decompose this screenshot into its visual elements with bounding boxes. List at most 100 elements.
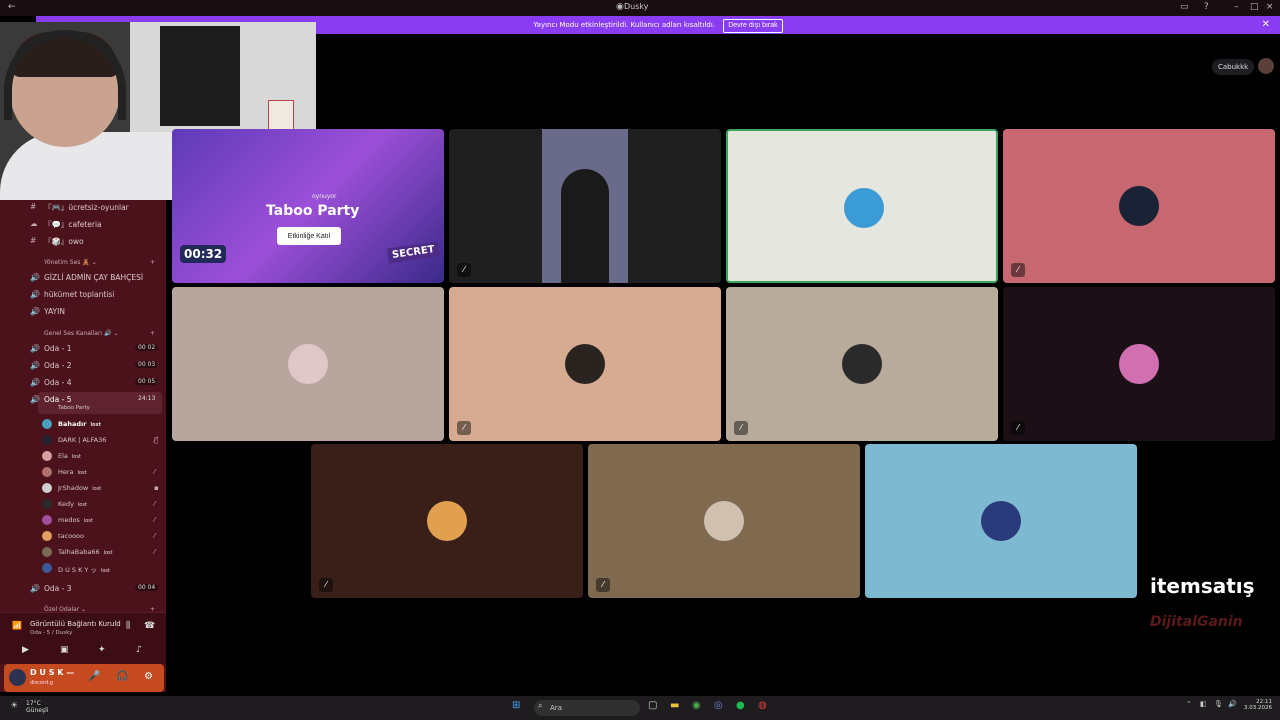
channel-item[interactable]: ☁ 『💬』cafeteria xyxy=(30,219,102,230)
member-row[interactable]: TalhaBaba66 lost ⁄ xyxy=(42,547,155,557)
speaker-icon: 🔊 xyxy=(30,378,40,387)
spotify-icon[interactable]: ● xyxy=(736,700,745,711)
disconnect-icon[interactable]: ☎ xyxy=(144,621,155,631)
avatar xyxy=(842,344,882,384)
chrome-icon[interactable]: ◉ xyxy=(692,700,701,711)
muted-mic-icon: ⁄ xyxy=(1011,421,1025,435)
folder-icon[interactable]: ▬ xyxy=(670,700,679,711)
headphones-icon[interactable]: 🎧 xyxy=(116,671,128,682)
video-tile[interactable]: ⁄ xyxy=(449,129,721,283)
start-icon[interactable]: ⊞ xyxy=(512,700,520,711)
screen-share-icon[interactable]: ▣ xyxy=(60,645,69,655)
avatar xyxy=(42,419,52,429)
category-yonetim[interactable]: Yönetim Ses 🧸 ⌄ + xyxy=(44,259,155,266)
member-row[interactable]: D U S K Y ッ lost xyxy=(42,563,110,574)
avatar xyxy=(1119,344,1159,384)
volume-icon[interactable]: 🔊 xyxy=(1228,700,1237,708)
settings-gear-icon[interactable]: ⚙ xyxy=(144,671,153,682)
activity-title: Taboo Party xyxy=(266,203,360,219)
soundboard-icon[interactable]: ♪ xyxy=(136,645,142,655)
channel-item[interactable]: # 『🎲』owo xyxy=(30,236,84,247)
connection-channel[interactable]: Oda - 5 / Dusky xyxy=(30,630,72,636)
user-status: discord.g xyxy=(30,680,53,686)
voice-channel[interactable]: 🔊 Oda - 2 00 03 xyxy=(30,361,159,370)
inbox-icon[interactable]: ▭ xyxy=(1180,2,1189,12)
maximize-icon[interactable]: □ xyxy=(1250,2,1259,12)
add-channel-icon[interactable]: + xyxy=(150,330,155,337)
task-view-icon[interactable]: ▢ xyxy=(648,700,657,711)
banner-text: Yayıncı Modu etkinleştirildi. Kullanıcı … xyxy=(533,21,715,29)
activity-timer: 00:32 xyxy=(180,245,227,263)
muted-mic-icon: ⁄ xyxy=(596,578,610,592)
close-window-icon[interactable]: × xyxy=(1266,2,1274,12)
member-row[interactable]: Bahadır lost xyxy=(42,419,101,429)
voice-channel[interactable]: 🔊 Oda - 3 00 04 xyxy=(30,584,159,593)
avatar xyxy=(1119,186,1159,226)
camera-icon[interactable]: ▶ xyxy=(22,645,29,655)
member-row[interactable]: Hera lost ⁄ xyxy=(42,467,155,477)
muted-mic-icon: ⁄ xyxy=(457,263,471,277)
muted-mic-icon: ⁄ xyxy=(154,516,156,524)
minimize-icon[interactable]: – xyxy=(1234,2,1239,12)
avatar xyxy=(42,531,52,541)
streamer-name-tag[interactable]: Cabukkk xyxy=(1212,59,1255,75)
member-row[interactable]: medos lost ⁄ xyxy=(42,515,155,525)
user-count-badge: 00 02 xyxy=(135,344,159,351)
channel-item[interactable]: # 『🎮』ücretsiz-oyunlar xyxy=(30,202,129,213)
discord-icon[interactable]: ◎ xyxy=(714,700,723,711)
participant-tile[interactable]: ⁄ xyxy=(449,287,721,441)
participant-tile[interactable]: ⁄ xyxy=(726,287,998,441)
voice-channel[interactable]: 🔊 YAYIN xyxy=(30,307,65,316)
voice-channel[interactable]: 🔊 Oda - 4 00 05 xyxy=(30,378,159,387)
voice-channel[interactable]: 🔊 GİZLİ ADMİN ÇAY BAHÇESİ xyxy=(30,273,143,282)
participant-tile[interactable] xyxy=(865,444,1137,598)
hash-icon: # xyxy=(30,202,37,211)
username[interactable]: D U S K — xyxy=(30,668,74,677)
disable-streamer-mode-button[interactable]: Devre dışı bırak xyxy=(723,19,783,33)
signal-icon: 📶 xyxy=(12,621,22,630)
activity-icon[interactable]: ✦ xyxy=(98,645,106,655)
participant-tile[interactable] xyxy=(172,287,444,441)
noise-suppression-icon[interactable]: ⫼ xyxy=(126,621,130,631)
participant-tile[interactable]: ⁄ xyxy=(1003,287,1275,441)
video-icon: ▪ xyxy=(154,484,159,492)
activity-playing: oynuyor xyxy=(312,193,337,200)
participant-tile[interactable]: ⁄ xyxy=(311,444,583,598)
activity-tile[interactable]: oynuyor Taboo Party Etkinliğe Katıl 00:3… xyxy=(172,129,444,283)
help-icon[interactable]: ? xyxy=(1204,2,1209,12)
weather-widget[interactable]: 17°C Güneşli xyxy=(26,700,48,714)
app-icon[interactable]: ◍ xyxy=(758,700,767,711)
avatar xyxy=(42,563,52,573)
back-arrow-icon[interactable]: ← xyxy=(8,2,16,12)
category-genel[interactable]: Genel Ses Kanalları 🔊 ⌄ + xyxy=(44,330,155,337)
member-row[interactable]: JrShadow lost ▪ xyxy=(42,483,159,493)
join-activity-button[interactable]: Etkinliğe Katıl xyxy=(277,227,341,245)
room-activity: Taboo Party xyxy=(58,405,90,411)
app-icon: ◉ xyxy=(616,2,624,12)
taskbar-search[interactable]: Ara xyxy=(534,700,640,716)
voice-channel[interactable]: 🔊 hükümet toplantisi xyxy=(30,290,114,299)
search-icon: ⌕ xyxy=(538,701,543,710)
close-icon[interactable]: ✕ xyxy=(1262,16,1270,34)
member-row[interactable]: Ela lost xyxy=(42,451,81,461)
participant-tile[interactable] xyxy=(726,129,998,283)
avatar[interactable] xyxy=(1258,58,1274,74)
tray-chevron-icon[interactable]: ⌃ xyxy=(1186,700,1192,708)
microphone-icon[interactable]: 🎤 xyxy=(88,671,100,682)
member-row[interactable]: tacoooo ⁄ xyxy=(42,531,155,541)
muted-mic-icon: 🎙̸ xyxy=(154,436,159,444)
avatar[interactable] xyxy=(9,669,26,686)
sponsor-logo: itemsatış xyxy=(1150,574,1255,598)
voice-channel[interactable]: 🔊 Oda - 1 00 02 xyxy=(30,344,159,353)
taskbar: ☀ 17°C Güneşli ⊞ Ara ⌕ ▢ ▬ ◉ ◎ ● ◍ ⌃ ◧ 🎙 … xyxy=(0,696,1280,720)
participant-tile[interactable]: ⁄ xyxy=(588,444,860,598)
avatar xyxy=(565,344,605,384)
clock[interactable]: 22:11 3.03.2026 xyxy=(1244,699,1272,711)
participant-tile[interactable]: ⁄ xyxy=(1003,129,1275,283)
user-count-badge: 00 05 xyxy=(135,378,159,385)
mic-icon[interactable]: 🎙 xyxy=(1214,700,1223,708)
network-icon[interactable]: ◧ xyxy=(1200,700,1207,708)
add-channel-icon[interactable]: + xyxy=(150,259,155,266)
member-row[interactable]: DARK | ALFA36 🎙̸ xyxy=(42,435,158,445)
member-row[interactable]: Kedy lost ⁄ xyxy=(42,499,155,509)
